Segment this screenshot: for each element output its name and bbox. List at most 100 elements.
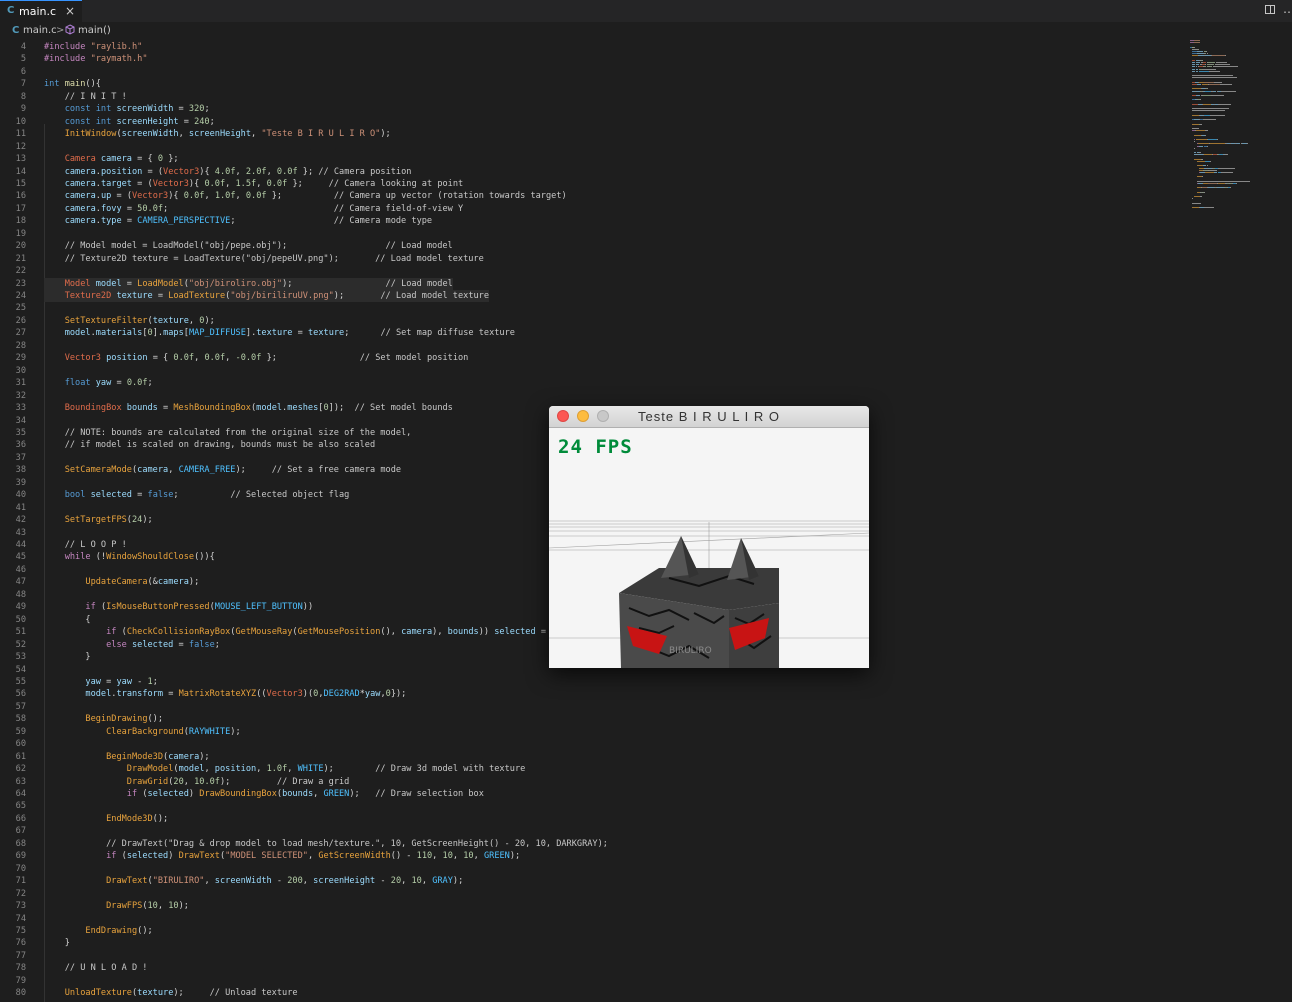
split-editor-icon[interactable] [1265, 5, 1275, 14]
code-line[interactable]: 17 camera.fovy = 50.0f; // Camera field-… [0, 203, 1180, 215]
code-line[interactable]: 8 // I N I T ! [0, 91, 1180, 103]
code-text: bool selected = false; // Selected objec… [44, 489, 350, 501]
code-line[interactable]: 29 Vector3 position = { 0.0f, 0.0f, -0.0… [0, 352, 1180, 364]
code-token: bounds [126, 403, 158, 414]
render-viewport[interactable]: 24 FPS BIRULIRO [549, 428, 869, 668]
minimap-line [1208, 84, 1220, 85]
code-line[interactable]: 70 [0, 863, 1180, 875]
code-line[interactable]: 6 [0, 66, 1180, 78]
line-number: 63 [15, 776, 26, 787]
code-line[interactable]: 28 [0, 340, 1180, 352]
code-line[interactable]: 10 const int screenHeight = 240; [0, 116, 1180, 128]
line-number: 56 [15, 689, 26, 700]
code-token: ), [432, 627, 448, 638]
line-number: 67 [15, 826, 26, 837]
code-line[interactable]: 21 // Texture2D texture = LoadTexture("o… [0, 253, 1180, 265]
line-number: 7 [20, 79, 26, 90]
code-token: false [188, 639, 215, 650]
code-token: // Draw a grid [276, 776, 350, 787]
code-line[interactable]: 75 EndDrawing(); [0, 925, 1180, 937]
code-line[interactable]: 25 [0, 302, 1180, 314]
code-line[interactable]: 73 DrawFPS(10, 10); [0, 900, 1180, 912]
code-line[interactable]: 14 camera.position = (Vector3){ 4.0f, 2.… [0, 166, 1180, 178]
code-token: "Teste B I R U L I R O" [261, 129, 381, 140]
code-line[interactable]: 65 [0, 800, 1180, 812]
code-line[interactable]: 27 model.materials[0].maps[MAP_DIFFUSE].… [0, 327, 1180, 339]
line-number: 36 [15, 440, 26, 451]
code-token: bounds [447, 627, 479, 638]
code-line[interactable]: 58 BeginDrawing(); [0, 713, 1180, 725]
code-line[interactable]: 20 // Model model = LoadModel("obj/pepe.… [0, 240, 1180, 252]
code-token: , [168, 465, 179, 476]
code-token: screenHeight [313, 876, 376, 887]
window-titlebar[interactable]: Teste B I R U L I R O [549, 406, 869, 428]
code-token: // Camera looking at point [328, 178, 464, 189]
code-line[interactable]: 4 #include "raylib.h" [0, 41, 1180, 53]
minimap-line [1192, 110, 1226, 112]
code-line[interactable]: 32 [0, 390, 1180, 402]
code-line[interactable]: 79 [0, 975, 1180, 987]
app-window[interactable]: Teste B I R U L I R O 24 FPS BIRULIRO [549, 406, 869, 668]
code-line[interactable]: 57 [0, 701, 1180, 713]
code-token: CheckCollisionRayBox [126, 627, 231, 638]
code-token: texture [137, 988, 174, 999]
breadcrumb-symbol[interactable]: main() [78, 25, 111, 36]
code-line[interactable]: 19 [0, 228, 1180, 240]
code-line[interactable]: 12 [0, 141, 1180, 153]
code-token: Model [64, 278, 96, 289]
code-line[interactable]: 77 [0, 950, 1180, 962]
code-token: = [173, 639, 189, 650]
code-line[interactable]: 66 EndMode3D(); [0, 813, 1180, 825]
code-line[interactable]: 63 DrawGrid(20, 10.0f); // Draw a grid [0, 776, 1180, 788]
code-token: model [85, 689, 112, 700]
code-line[interactable]: 22 [0, 265, 1180, 277]
code-token: // if model is scaled on drawing, bounds… [44, 440, 376, 451]
code-token: , [188, 315, 200, 326]
code-line[interactable]: 56 model.transform = MatrixRotateXYZ((Ve… [0, 688, 1180, 700]
code-text: const int screenWidth = 320; [44, 103, 210, 115]
code-line[interactable]: 16 camera.up = (Vector3){ 0.0f, 1.0f, 0.… [0, 190, 1180, 202]
minimap-line [1201, 176, 1204, 178]
code-line[interactable]: 55 yaw = yaw - 1; [0, 676, 1180, 688]
code-line[interactable]: 76 } [0, 937, 1180, 949]
code-line[interactable]: 24 Texture2D texture = LoadTexture("obj/… [0, 290, 1180, 302]
code-line[interactable]: 78 // U N L O A D ! [0, 962, 1180, 974]
code-line[interactable]: 23 Model model = LoadModel("obj/biroliro… [0, 277, 1180, 290]
code-line[interactable]: 72 [0, 888, 1180, 900]
code-line[interactable]: 30 [0, 365, 1180, 377]
code-line[interactable]: 26 SetTextureFilter(texture, 0); [0, 315, 1180, 327]
code-line[interactable]: 68 // DrawText("Drag & drop model to loa… [0, 838, 1180, 850]
code-line[interactable]: 61 BeginMode3D(camera); [0, 751, 1180, 763]
code-line[interactable]: 74 [0, 913, 1180, 925]
code-line[interactable]: 9 const int screenWidth = 320; [0, 103, 1180, 115]
code-line[interactable]: 13 Camera camera = { 0 }; [0, 153, 1180, 165]
minimap-line [1197, 51, 1204, 52]
close-icon[interactable]: × [65, 4, 75, 18]
code-line[interactable]: 71 DrawText("BIRULIRO", screenWidth - 20… [0, 875, 1180, 887]
minimap[interactable] [1186, 38, 1282, 218]
minimap-line [1192, 77, 1237, 79]
tab-main-c[interactable]: C main.c × [0, 0, 82, 22]
code-line[interactable]: 5 #include "raymath.h" [0, 53, 1180, 65]
code-line[interactable]: 64 if (selected) DrawBoundingBox(bounds,… [0, 788, 1180, 800]
code-line[interactable]: 18 camera.type = CAMERA_PERSPECTIVE; // … [0, 215, 1180, 227]
code-line[interactable]: 7 int main(){ [0, 78, 1180, 90]
code-line[interactable]: 69 if (selected) DrawText("MODEL SELECTE… [0, 850, 1180, 862]
code-line[interactable]: 15 camera.target = (Vector3){ 0.0f, 1.5f… [0, 178, 1180, 190]
code-token: , [256, 764, 267, 775]
code-token: false [147, 490, 174, 501]
code-line[interactable]: 31 float yaw = 0.0f; [0, 377, 1180, 389]
minimap-line [1207, 139, 1217, 140]
more-actions-icon[interactable]: … [1283, 2, 1292, 16]
code-text: // Texture2D texture = LoadTexture("obj/… [44, 253, 484, 265]
line-number: 76 [15, 938, 26, 949]
code-line[interactable]: 59 ClearBackground(RAYWHITE); [0, 726, 1180, 738]
code-line[interactable]: 60 [0, 738, 1180, 750]
code-line[interactable]: 62 DrawModel(model, position, 1.0f, WHIT… [0, 763, 1180, 775]
breadcrumb-file[interactable]: main.c [23, 25, 57, 36]
code-line[interactable]: 67 [0, 825, 1180, 837]
code-line[interactable]: 80 UnloadTexture(texture); // Unload tex… [0, 987, 1180, 999]
code-text: EndMode3D(); [44, 813, 168, 825]
code-line[interactable]: 11 InitWindow(screenWidth, screenHeight,… [0, 128, 1180, 140]
